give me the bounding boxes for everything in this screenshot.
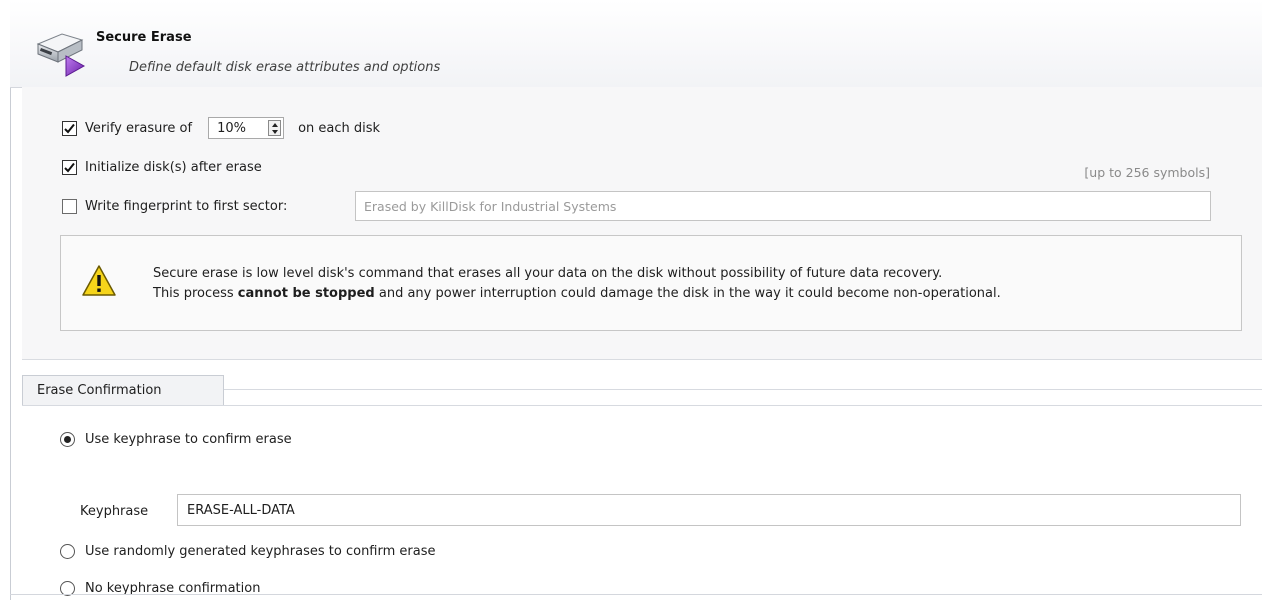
fingerprint-hint: [up to 256 symbols]: [1084, 165, 1210, 180]
warning-line-2-end: and any power interruption could damage …: [374, 286, 1001, 301]
checkmark-icon: [64, 123, 75, 133]
initialize-label: Initialize disk(s) after erase: [85, 160, 262, 175]
initialize-checkbox[interactable]: [62, 160, 77, 175]
erase-options-panel: Verify erasure of 10% on each disk Initi…: [22, 87, 1262, 360]
verify-label: Verify erasure of: [85, 120, 193, 136]
keyphrase-input[interactable]: ERASE-ALL-DATA: [177, 494, 1241, 526]
verify-suffix-label: on each disk: [298, 120, 381, 136]
warning-line-2: This process cannot be stopped and any p…: [153, 284, 1001, 304]
confirmation-body: Use keyphrase to confirm erase Keyphrase…: [22, 405, 1262, 600]
spin-down-icon[interactable]: [271, 129, 278, 134]
section-divider: [224, 389, 1262, 390]
erase-confirmation-section: Erase Confirmation Use keyphrase to conf…: [22, 375, 1262, 600]
warning-emphasis: cannot be stopped: [237, 286, 375, 301]
section-subtitle: Define default disk erase attributes and…: [129, 60, 441, 75]
warning-icon: [82, 265, 116, 296]
checkmark-icon: [64, 162, 75, 173]
warning-text: Secure erase is low level disk's command…: [153, 264, 1001, 304]
disk-eraser-icon: [36, 33, 86, 77]
fingerprint-row: Write fingerprint to first sector:: [62, 199, 287, 214]
keyphrase-option[interactable]: Use keyphrase to confirm erase: [60, 432, 292, 447]
spinner-buttons[interactable]: [268, 120, 282, 136]
initialize-row: Initialize disk(s) after erase: [62, 160, 262, 175]
verify-percent-value[interactable]: 10%: [209, 121, 246, 136]
keyphrase-option-label: Use keyphrase to confirm erase: [85, 432, 292, 447]
spin-up-icon[interactable]: [271, 122, 278, 127]
keyphrase-radio[interactable]: [60, 432, 75, 447]
fingerprint-label: Write fingerprint to first sector:: [85, 199, 288, 214]
warning-line-2-start: This process: [153, 286, 238, 301]
keyphrase-label: Keyphrase: [80, 504, 149, 519]
radio-selected-dot: [64, 436, 71, 443]
warning-box: Secure erase is low level disk's command…: [60, 235, 1242, 331]
random-keyphrase-radio[interactable]: [60, 544, 75, 559]
fingerprint-input[interactable]: Erased by KillDisk for Industrial System…: [355, 191, 1211, 221]
section-title: Secure Erase: [96, 30, 192, 45]
random-keyphrase-label: Use randomly generated keyphrases to con…: [85, 544, 436, 559]
verify-percent-spinner[interactable]: 10%: [208, 117, 285, 139]
section-header: Secure Erase Define default disk erase a…: [10, 0, 1262, 88]
verify-checkbox[interactable]: [62, 120, 77, 136]
warning-line-1: Secure erase is low level disk's command…: [153, 266, 943, 281]
fingerprint-checkbox[interactable]: [62, 199, 77, 214]
verify-row: Verify erasure of 10% on each disk: [62, 117, 380, 139]
erase-confirmation-tab: Erase Confirmation: [22, 375, 224, 405]
bottom-border: [10, 594, 1262, 595]
random-keyphrase-option[interactable]: Use randomly generated keyphrases to con…: [60, 544, 436, 559]
